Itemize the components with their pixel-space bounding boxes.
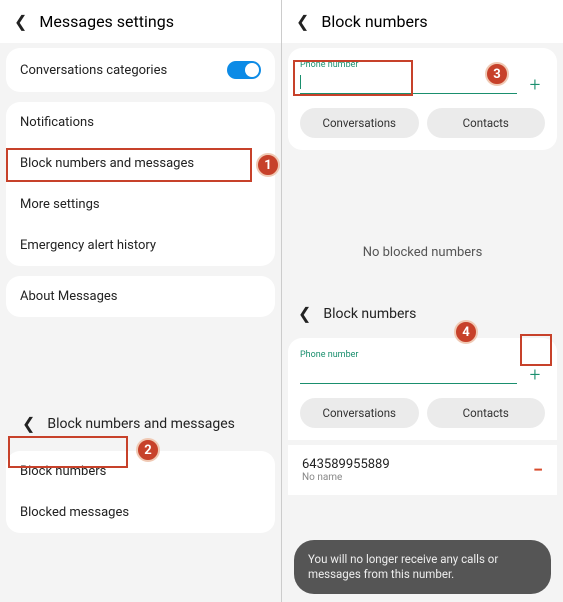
- block-input-area-1: Phone number + Conversations Contacts: [288, 48, 557, 150]
- row-label: Notifications: [20, 115, 94, 130]
- phone-number-field-2[interactable]: Phone number: [300, 352, 517, 384]
- block-numbers-header-2: ❮ Block numbers: [282, 294, 563, 333]
- back-icon[interactable]: ❮: [22, 414, 35, 433]
- row-label: Block numbers and messages: [20, 156, 194, 171]
- block-input-area-2: Phone number + Conversations Contacts: [288, 338, 557, 440]
- remove-number-icon[interactable]: −: [533, 460, 543, 481]
- chip-conversations[interactable]: Conversations: [300, 108, 419, 138]
- row-label: More settings: [20, 197, 100, 212]
- chip-contacts[interactable]: Contacts: [427, 398, 546, 428]
- header-title: Block numbers: [321, 12, 427, 31]
- toggle-conversations-categories[interactable]: [227, 61, 261, 79]
- row-conversations-categories[interactable]: Conversations categories: [6, 48, 275, 92]
- row-more-settings[interactable]: More settings: [6, 184, 275, 225]
- blocked-noname-text: No name: [302, 472, 390, 483]
- row-label: About Messages: [20, 289, 117, 304]
- settings-header: ❮ Messages settings: [0, 0, 281, 43]
- blocked-number-text: 643589955889: [302, 457, 390, 472]
- block-numbers-header-1: ❮ Block numbers: [282, 0, 563, 43]
- row-blocked-messages[interactable]: Blocked messages: [6, 492, 275, 533]
- row-label: Emergency alert history: [20, 238, 156, 253]
- add-number-icon[interactable]: +: [525, 364, 545, 384]
- settings-title: Messages settings: [39, 12, 174, 31]
- row-label: Block numbers: [20, 464, 106, 479]
- row-block-numbers-messages[interactable]: Block numbers and messages: [6, 143, 275, 184]
- back-icon[interactable]: ❮: [296, 12, 309, 31]
- header-title: Block numbers: [323, 306, 416, 322]
- subheader-title: Block numbers and messages: [47, 416, 234, 432]
- phone-number-field[interactable]: Phone number: [300, 62, 517, 94]
- row-emergency-alert[interactable]: Emergency alert history: [6, 225, 275, 266]
- confirmation-toast: You will no longer receive any calls or …: [294, 540, 551, 594]
- row-label: Conversations categories: [20, 63, 167, 78]
- add-number-icon[interactable]: +: [525, 74, 545, 94]
- empty-state: No blocked numbers: [282, 155, 563, 290]
- back-icon[interactable]: ❮: [298, 304, 311, 323]
- block-subheader: ❮ Block numbers and messages: [6, 402, 275, 445]
- blocked-number-row: 643589955889 No name −: [288, 445, 557, 495]
- phone-label: Phone number: [300, 60, 358, 70]
- row-block-numbers[interactable]: Block numbers: [6, 451, 275, 492]
- row-label: Blocked messages: [20, 505, 129, 520]
- chip-contacts[interactable]: Contacts: [427, 108, 546, 138]
- row-about-messages[interactable]: About Messages: [6, 276, 275, 317]
- chip-conversations[interactable]: Conversations: [300, 398, 419, 428]
- back-icon[interactable]: ❮: [14, 12, 27, 31]
- phone-label: Phone number: [300, 350, 358, 360]
- row-notifications[interactable]: Notifications: [6, 102, 275, 143]
